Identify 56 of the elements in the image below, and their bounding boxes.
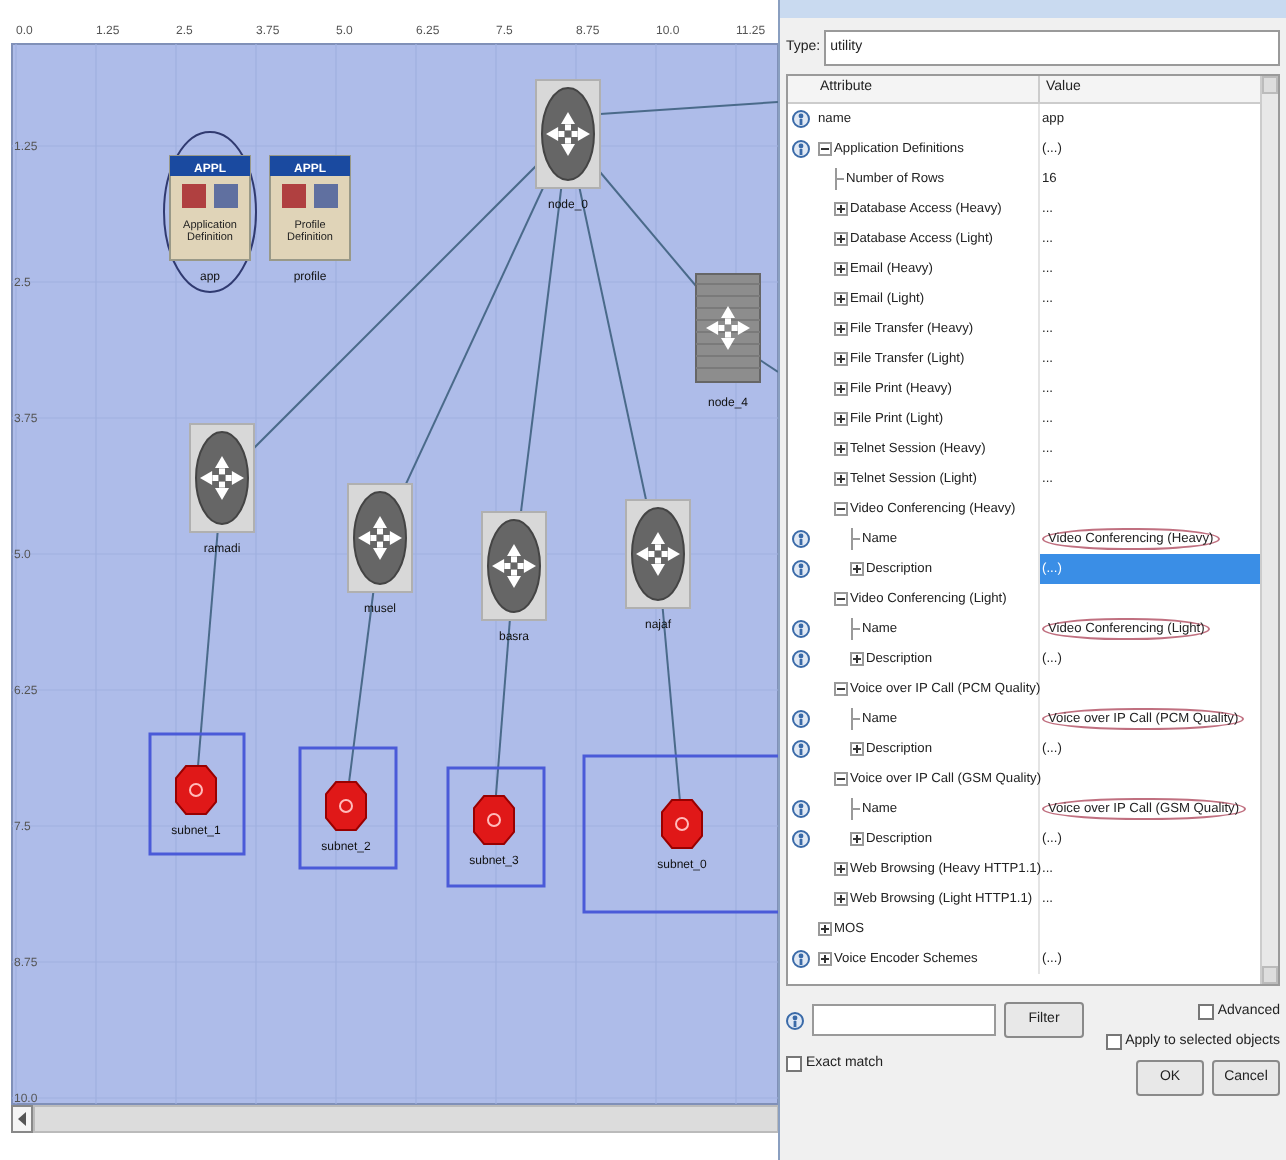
tree-connector-icon xyxy=(850,708,860,730)
tree-connector-icon xyxy=(850,798,860,820)
expand-icon[interactable] xyxy=(850,832,864,846)
info-icon[interactable] xyxy=(786,1011,804,1029)
expand-icon[interactable] xyxy=(834,262,848,276)
tree-connector-icon xyxy=(850,618,860,640)
info-icon[interactable] xyxy=(791,530,809,548)
collapse-icon[interactable] xyxy=(834,682,848,696)
expand-icon[interactable] xyxy=(818,952,832,966)
info-icon[interactable] xyxy=(791,560,809,578)
router-icon[interactable] xyxy=(625,499,691,609)
subnet-frame xyxy=(148,732,246,856)
subnet-icon[interactable] xyxy=(325,781,367,831)
expand-icon[interactable] xyxy=(834,292,848,306)
subnet-icon[interactable] xyxy=(473,795,515,845)
info-icon[interactable] xyxy=(791,140,809,158)
scroll-left-button[interactable] xyxy=(11,1105,33,1133)
collapse-icon[interactable] xyxy=(834,592,848,606)
expand-icon[interactable] xyxy=(850,742,864,756)
info-icon[interactable] xyxy=(791,110,809,128)
tree-connector-icon xyxy=(834,168,844,190)
expand-icon[interactable] xyxy=(818,922,832,936)
router-icon[interactable] xyxy=(535,79,601,189)
expand-icon[interactable] xyxy=(834,202,848,216)
expand-icon[interactable] xyxy=(834,322,848,336)
subnet-icon[interactable] xyxy=(175,765,217,815)
info-icon[interactable] xyxy=(791,800,809,818)
collapse-icon[interactable] xyxy=(818,142,832,156)
link-line xyxy=(759,359,778,373)
info-icon[interactable] xyxy=(791,620,809,638)
expand-icon[interactable] xyxy=(834,382,848,396)
router-icon[interactable] xyxy=(189,423,255,533)
tree-connector-icon xyxy=(850,528,860,550)
expand-icon[interactable] xyxy=(834,862,848,876)
subnet-frame xyxy=(446,766,546,888)
info-icon[interactable] xyxy=(791,650,809,668)
expand-icon[interactable] xyxy=(834,352,848,366)
switch-icon[interactable] xyxy=(695,273,761,383)
subnet-icon[interactable] xyxy=(661,799,703,849)
expand-icon[interactable] xyxy=(834,892,848,906)
router-icon[interactable] xyxy=(347,483,413,593)
expand-icon[interactable] xyxy=(834,472,848,486)
expand-icon[interactable] xyxy=(834,412,848,426)
filter-field[interactable] xyxy=(812,1004,996,1036)
expand-icon[interactable] xyxy=(834,232,848,246)
expand-icon[interactable] xyxy=(834,442,848,456)
info-icon[interactable] xyxy=(791,830,809,848)
subnet-frame xyxy=(298,746,398,870)
info-icon[interactable] xyxy=(791,950,809,968)
expand-icon[interactable] xyxy=(850,562,864,576)
info-icon[interactable] xyxy=(791,740,809,758)
collapse-icon[interactable] xyxy=(834,502,848,516)
collapse-icon[interactable] xyxy=(834,772,848,786)
expand-icon[interactable] xyxy=(850,652,864,666)
router-icon[interactable] xyxy=(481,511,547,621)
info-icon[interactable] xyxy=(791,710,809,728)
